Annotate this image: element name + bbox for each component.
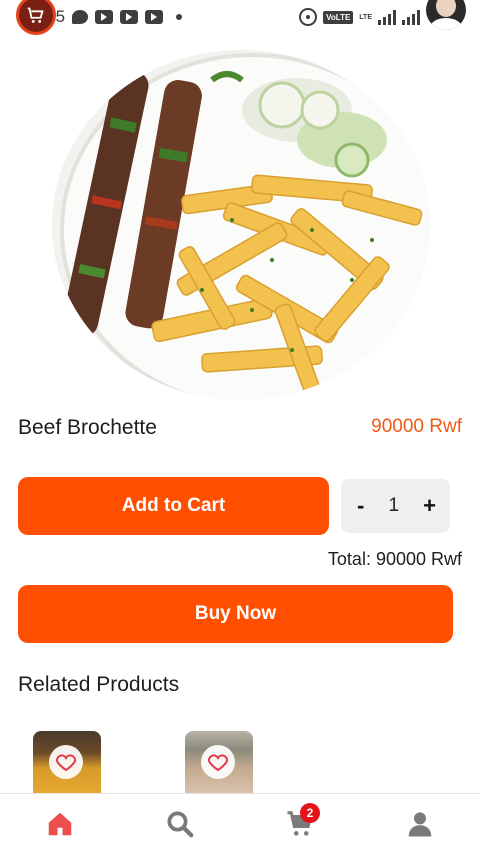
cart-logo-icon — [27, 7, 44, 23]
more-notifications-icon — [176, 14, 183, 20]
heart-icon — [55, 754, 77, 772]
nav-cart[interactable]: 2 — [270, 799, 330, 849]
nav-profile[interactable] — [390, 799, 450, 849]
status-bar: 5:05 VoLTE LTE — [0, 0, 480, 35]
chat-notification-icon — [72, 10, 89, 24]
add-to-cart-button[interactable]: Add to Cart — [18, 477, 329, 535]
hotspot-icon — [299, 8, 318, 26]
total-price: Total: 90000 Rwf — [327, 549, 462, 569]
product-image — [52, 50, 430, 400]
buy-now-button[interactable]: Buy Now — [18, 585, 453, 643]
decrement-button[interactable]: - — [357, 495, 364, 517]
quantity-value: 1 — [388, 495, 400, 516]
home-icon — [48, 812, 72, 836]
related-products-heading: Related Products — [18, 673, 180, 696]
status-left: 5:05 — [14, 0, 183, 35]
status-right: VoLTE LTE — [299, 0, 466, 30]
app-logo — [16, 0, 56, 35]
youtube-notification-icon — [120, 10, 139, 24]
increment-button[interactable]: + — [423, 495, 436, 517]
related-product-card[interactable] — [185, 731, 253, 793]
related-product-card[interactable] — [33, 731, 101, 793]
youtube-notification-icon — [95, 10, 114, 24]
signal-strength-icon — [378, 9, 396, 25]
profile-avatar — [426, 0, 466, 30]
user-icon — [408, 812, 432, 837]
favorite-button[interactable] — [201, 745, 235, 779]
search-icon — [167, 811, 194, 838]
signal-strength-icon — [402, 9, 420, 25]
product-price: 90000 Rwf — [371, 416, 462, 437]
quantity-stepper: - 1 + — [341, 479, 450, 533]
volte-badge: VoLTE — [323, 10, 354, 24]
product-name: Beef Brochette — [18, 416, 157, 439]
nav-home[interactable] — [30, 799, 90, 849]
heart-icon — [207, 754, 229, 772]
nav-search[interactable] — [150, 799, 210, 849]
youtube-notification-icon — [145, 10, 164, 24]
favorite-button[interactable] — [49, 745, 83, 779]
cart-count-badge: 2 — [300, 803, 320, 823]
bottom-navigation: 2 — [0, 793, 480, 854]
lte-label: LTE — [359, 13, 372, 21]
product-photo — [52, 50, 430, 400]
